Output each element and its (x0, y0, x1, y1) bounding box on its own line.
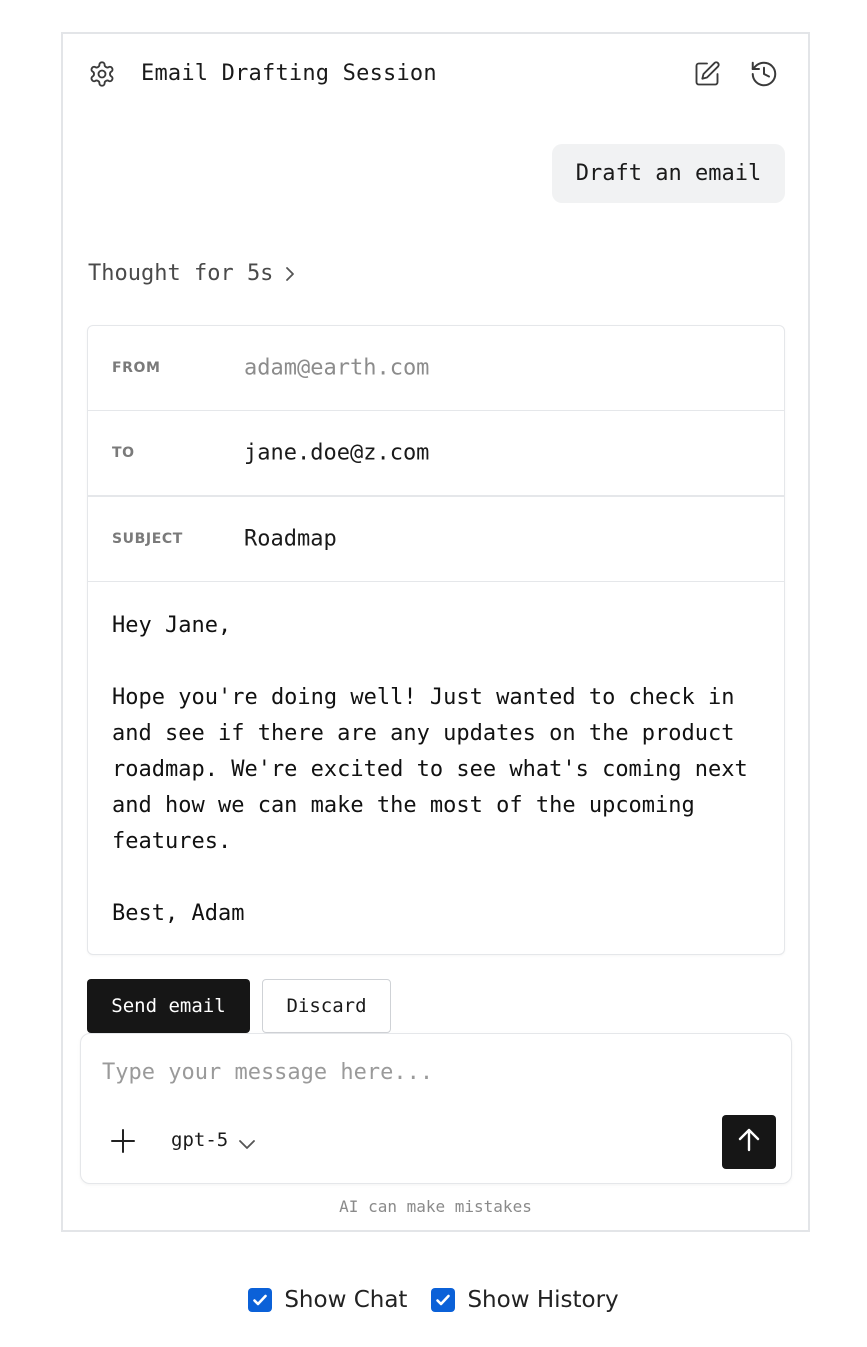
disclaimer-text: AI can make mistakes (339, 1197, 532, 1216)
send-message-button[interactable] (722, 1115, 776, 1169)
subject-label: SUBJECT (112, 531, 183, 547)
show-history-label: Show History (467, 1287, 619, 1313)
show-history-toggle[interactable]: Show History (431, 1287, 619, 1313)
history-icon[interactable] (749, 59, 779, 89)
to-label: TO (112, 445, 135, 461)
discard-button[interactable]: Discard (262, 979, 391, 1033)
from-value: adam@earth.com (244, 355, 430, 381)
show-chat-toggle[interactable]: Show Chat (248, 1287, 407, 1313)
thought-toggle[interactable]: Thought for 5s (88, 261, 297, 286)
subject-field[interactable]: Roadmap (244, 527, 337, 552)
gear-icon[interactable] (88, 60, 116, 88)
email-body[interactable]: Hey Jane, Hope you're doing well! Just w… (112, 608, 762, 932)
from-row: FROM adam@earth.com (88, 326, 784, 411)
session-title: Email Drafting Session (141, 61, 437, 86)
chevron-down-icon (238, 1134, 256, 1149)
thought-label: Thought for 5s (88, 261, 274, 286)
chevron-right-icon (283, 264, 297, 284)
show-chat-label: Show Chat (284, 1287, 408, 1313)
user-message-bubble: Draft an email (552, 144, 785, 203)
to-row: TO jane.doe@z.com (88, 411, 784, 497)
show-history-checkbox[interactable] (431, 1288, 456, 1312)
view-toggles: Show Chat Show History (0, 1282, 867, 1318)
from-label: FROM (112, 360, 161, 376)
show-chat-checkbox[interactable] (248, 1288, 273, 1312)
to-field[interactable]: jane.doe@z.com (244, 441, 429, 466)
model-name: gpt-5 (171, 1129, 229, 1151)
panel-header: Email Drafting Session (63, 34, 808, 116)
subject-row: SUBJECT Roadmap (88, 497, 784, 582)
edit-icon[interactable] (693, 60, 721, 88)
message-composer: Type your message here... gpt-5 (80, 1033, 792, 1184)
send-email-button[interactable]: Send email (87, 979, 250, 1033)
email-draft-card: FROM adam@earth.com TO jane.doe@z.com SU… (87, 325, 785, 955)
plus-icon[interactable] (110, 1128, 136, 1154)
chat-panel: Email Drafting Session Draft an email Th… (61, 32, 810, 1232)
message-input[interactable]: Type your message here... (102, 1060, 702, 1085)
arrow-up-icon (736, 1127, 762, 1157)
model-selector[interactable]: gpt-5 (171, 1129, 256, 1151)
